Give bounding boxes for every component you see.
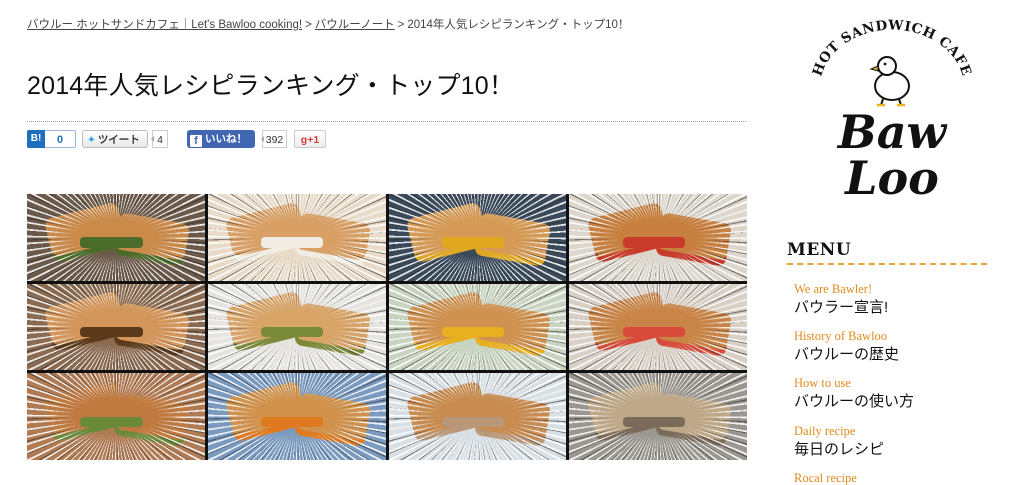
menu-item-en-label: Rocal recipe bbox=[794, 471, 857, 485]
recipe-photo-tile bbox=[27, 283, 205, 371]
sandwich-filling bbox=[80, 237, 143, 248]
recipe-photo-tile bbox=[569, 283, 747, 371]
sandwich-half bbox=[224, 201, 309, 264]
recipe-photo-tile bbox=[569, 194, 747, 281]
menu-item-en-label: How to use bbox=[794, 376, 851, 390]
recipe-photo-tile bbox=[207, 373, 386, 460]
breadcrumb-home-link[interactable]: バウルー ホットサンドカフェ｜Let's Bawloo cooking! bbox=[27, 19, 302, 31]
recipe-ranking-image bbox=[27, 194, 747, 460]
recipe-photo-tile bbox=[388, 194, 567, 281]
hatena-bookmark-count[interactable]: 0 bbox=[45, 130, 76, 148]
bawloo-logo[interactable]: HOT SANDWICH CAFE Baw Loo bbox=[807, 18, 977, 208]
menu-item-en-label: History of Bawloo bbox=[794, 329, 888, 343]
menu-item-jp-label: 毎日のレシピ bbox=[794, 441, 885, 458]
sandwich-half bbox=[43, 201, 128, 264]
sandwich-filling bbox=[261, 237, 324, 248]
sandwich-filling bbox=[80, 416, 143, 428]
tweet-button-label: ツイート bbox=[97, 134, 140, 146]
sandwich-filling bbox=[622, 416, 685, 428]
menu-item-jp-label: バウルーの使い方 bbox=[794, 393, 915, 410]
menu-item-en-label: We are Bawler! bbox=[794, 282, 873, 296]
recipe-photo-tile bbox=[569, 373, 747, 460]
sandwich-half bbox=[586, 201, 670, 264]
duck-icon bbox=[869, 56, 910, 107]
twitter-bird-icon: ✦ bbox=[87, 134, 96, 146]
sandwich-half bbox=[405, 201, 489, 264]
sandwich-half bbox=[43, 290, 128, 353]
breadcrumb-separator: > bbox=[305, 19, 312, 31]
sandwich-filling bbox=[261, 326, 324, 338]
recipe-photo-tile bbox=[27, 373, 205, 460]
page-title: 2014年人気レシピランキング・トップ10！ bbox=[27, 72, 515, 100]
menu-item-jp-label: バウルーの歴史 bbox=[794, 346, 900, 363]
title-divider bbox=[27, 121, 746, 122]
logo-word-loo: Loo bbox=[843, 151, 939, 205]
menu-item-how-to-use[interactable]: How to use バウルーの使い方 bbox=[794, 376, 914, 412]
menu-item-history[interactable]: History of Bawloo バウルーの歴史 bbox=[794, 329, 899, 365]
menu-item-jp-label: バウラー宣言! bbox=[794, 299, 889, 316]
facebook-f-icon: f bbox=[190, 135, 202, 147]
sandwich-half bbox=[224, 290, 309, 353]
recipe-photo-tile bbox=[207, 194, 386, 281]
menu-heading: MENU bbox=[787, 240, 852, 260]
sandwich-filling bbox=[622, 237, 685, 248]
sandwich-filling bbox=[441, 416, 505, 428]
recipe-photo-tile bbox=[388, 283, 567, 371]
recipe-photo-tile bbox=[388, 373, 567, 460]
hatena-bookmark-icon[interactable]: B! bbox=[27, 130, 45, 148]
facebook-like-count: 392 bbox=[261, 130, 287, 148]
sandwich-filling bbox=[622, 326, 685, 338]
menu-item-we-are-bawler[interactable]: We are Bawler! バウラー宣言! bbox=[794, 282, 888, 318]
facebook-like-label: いいね！ bbox=[205, 133, 247, 145]
sandwich-half bbox=[224, 380, 309, 443]
breadcrumb-notes-link[interactable]: バウルーノート bbox=[315, 19, 395, 31]
breadcrumb: バウルー ホットサンドカフェ｜Let's Bawloo cooking! > バウル… bbox=[27, 16, 629, 32]
sandwich-filling bbox=[441, 326, 505, 338]
tweet-count: 4 bbox=[151, 130, 168, 148]
recipe-photo-tile bbox=[207, 283, 386, 371]
tweet-button[interactable]: ✦ ツイート bbox=[82, 130, 148, 148]
google-plus-button[interactable]: g+1 bbox=[294, 130, 326, 148]
facebook-like-button[interactable]: f いいね！ bbox=[187, 130, 255, 148]
breadcrumb-current: 2014年人気レシピランキング・トップ10！ bbox=[407, 19, 630, 31]
menu-divider bbox=[787, 263, 987, 265]
sandwich-filling bbox=[261, 416, 324, 428]
menu-item-daily-recipe[interactable]: Daily recipe 毎日のレシピ bbox=[794, 424, 884, 460]
recipe-photo-tile bbox=[27, 194, 205, 281]
sandwich-filling bbox=[441, 237, 505, 248]
sandwich-filling bbox=[80, 326, 143, 338]
breadcrumb-separator: > bbox=[397, 19, 405, 31]
menu-item-rocal-recipe[interactable]: Rocal recipe bbox=[794, 471, 857, 485]
menu-item-en-label: Daily recipe bbox=[794, 424, 856, 438]
